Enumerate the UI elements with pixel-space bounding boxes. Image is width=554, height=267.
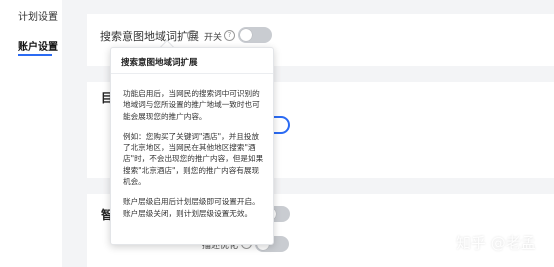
tooltip-title: 搜索意图地域词扩展	[121, 58, 198, 68]
region-expansion-label: 搜索意图地域词扩展	[100, 30, 199, 43]
toggle-knob	[240, 29, 252, 41]
question-circle-icon[interactable]: ?	[187, 30, 198, 41]
help-tooltip: 搜索意图地域词扩展 功能启用后，当网民的搜索词中可识别的地域词与您所设置的推广地…	[110, 47, 274, 245]
tooltip-body: 功能启用后，当网民的搜索词中可识别的地域词与您所设置的推广地域一致时也可能会展现…	[123, 88, 265, 228]
active-nav-indicator	[18, 54, 52, 56]
switch-label: 开关	[204, 33, 223, 43]
sidebar-item-plan-settings[interactable]: 计划设置	[18, 8, 58, 23]
tooltip-paragraph: 账户层级启用后计划层级即可设置开启。账户层级关闭，则计划层级设置无效。	[123, 197, 260, 218]
sidebar-item-account-settings[interactable]: 账户设置	[18, 38, 58, 53]
sidebar: 计划设置 账户设置	[0, 0, 62, 267]
region-expansion-toggle[interactable]	[238, 27, 272, 43]
zhihu-watermark: 知乎 @老孟	[456, 234, 536, 252]
tooltip-paragraph: 功能启用后，当网民的搜索词中可识别的地域词与您所设置的推广地域一致时也可能会展现…	[123, 89, 260, 121]
tooltip-paragraph: 例如：您购买了关键词"酒店"，并且投放了北京地区，当网民在其他地区搜索"酒店"时…	[123, 131, 264, 187]
question-circle-icon[interactable]: ?	[224, 30, 235, 41]
tooltip-divider	[111, 73, 273, 74]
